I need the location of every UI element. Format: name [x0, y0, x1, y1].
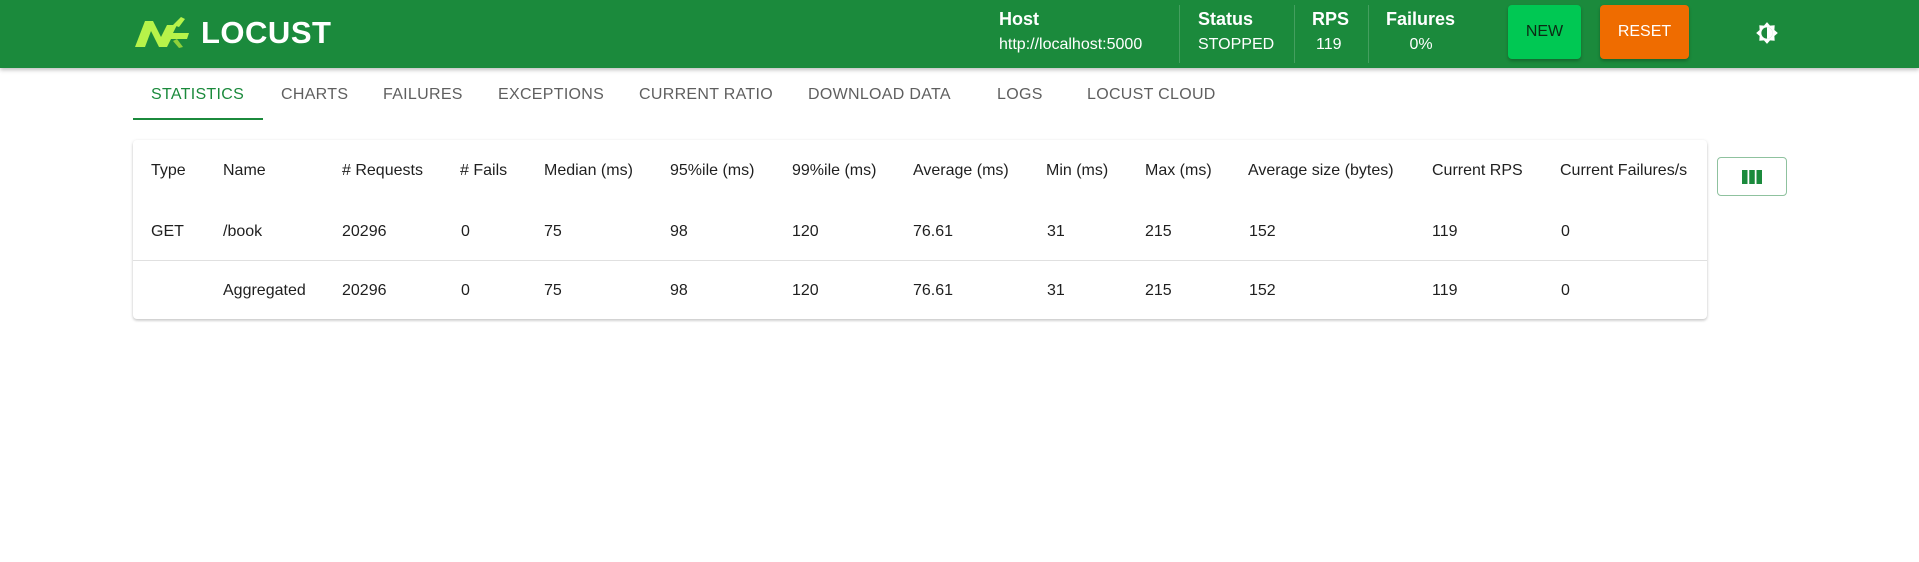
- table-cell: 215: [1145, 282, 1172, 299]
- statistics-table: Type Name # Requests # Fails Median (ms)…: [133, 140, 1707, 319]
- table-cell: 98: [670, 223, 688, 240]
- logo-text: LOCUST: [201, 15, 332, 50]
- column-header-95ile[interactable]: 95%ile (ms): [670, 162, 754, 180]
- tab-logs[interactable]: LOGS: [997, 78, 1043, 121]
- failures-value: 0%: [1409, 36, 1433, 53]
- active-tab-indicator: [133, 118, 263, 120]
- reset-button[interactable]: RESET: [1600, 5, 1689, 59]
- column-header-average-size[interactable]: Average size (bytes): [1248, 162, 1394, 180]
- failures-label: Failures: [1386, 9, 1456, 29]
- column-header-name[interactable]: Name: [223, 162, 266, 180]
- column-header-min[interactable]: Min (ms): [1046, 162, 1108, 180]
- host-stat: Host http://localhost:5000: [999, 8, 1142, 56]
- column-header-99ile[interactable]: 99%ile (ms): [792, 162, 876, 180]
- tab-locust-cloud[interactable]: LOCUST CLOUD: [1087, 78, 1216, 121]
- table-cell: 120: [792, 223, 819, 240]
- table-cell: 0: [1561, 223, 1570, 240]
- status-stat: Status STOPPED: [1198, 8, 1274, 56]
- table-cell: 119: [1432, 282, 1458, 299]
- column-header-max[interactable]: Max (ms): [1145, 162, 1212, 180]
- column-header-median[interactable]: Median (ms): [544, 162, 633, 180]
- locust-logo[interactable]: LOCUST: [133, 15, 331, 51]
- rps-stat: RPS 119: [1312, 8, 1352, 56]
- table-cell: 75: [544, 282, 562, 299]
- table-cell: Aggregated: [223, 282, 306, 299]
- tab-exceptions[interactable]: EXCEPTIONS: [498, 78, 604, 121]
- table-cell: 215: [1145, 223, 1172, 240]
- table-cell: 76.61: [913, 282, 954, 299]
- tab-charts[interactable]: CHARTS: [281, 78, 348, 121]
- host-label: Host: [999, 9, 1039, 29]
- rps-label: RPS: [1312, 9, 1350, 29]
- new-button[interactable]: NEW: [1508, 5, 1581, 59]
- table-cell: 0: [461, 223, 470, 240]
- table-cell: 0: [1561, 282, 1570, 299]
- table-cell: 120: [792, 282, 819, 299]
- theme-toggle-button[interactable]: [1752, 18, 1782, 48]
- tab-current-ratio[interactable]: CURRENT RATIO: [639, 78, 773, 121]
- header-divider: [1368, 5, 1369, 63]
- header-divider: [1179, 5, 1180, 63]
- row-divider: [133, 260, 1707, 261]
- tab-download-data[interactable]: DOWNLOAD DATA: [808, 78, 951, 121]
- failures-stat: Failures 0%: [1386, 8, 1456, 56]
- host-value: http://localhost:5000: [999, 36, 1143, 53]
- brightness-icon: [1756, 22, 1778, 44]
- column-header-average[interactable]: Average (ms): [913, 162, 1009, 180]
- table-cell: 20296: [342, 282, 387, 299]
- table-cell: GET: [151, 223, 184, 240]
- header-divider: [1294, 5, 1295, 63]
- rps-value: 119: [1316, 36, 1342, 53]
- column-header-current-rps[interactable]: Current RPS: [1432, 162, 1523, 180]
- table-cell: 76.61: [913, 223, 954, 240]
- table-cell: 0: [461, 282, 470, 299]
- app-header: LOCUST Host http://localhost:5000 Status…: [0, 0, 1919, 68]
- table-cell: 31: [1047, 282, 1065, 299]
- table-cell: /book: [223, 223, 263, 240]
- column-header-type[interactable]: Type: [151, 162, 186, 180]
- view-columns-icon: [1742, 169, 1762, 184]
- grasshopper-logo-icon: [135, 17, 189, 48]
- table-cell: 31: [1047, 223, 1065, 240]
- table-cell: 75: [544, 223, 562, 240]
- table-cell: 20296: [342, 223, 387, 240]
- status-value: STOPPED: [1198, 36, 1275, 53]
- column-header-current-failures[interactable]: Current Failures/s: [1560, 162, 1687, 180]
- tab-statistics[interactable]: STATISTICS: [151, 78, 244, 121]
- column-header-requests[interactable]: # Requests: [342, 162, 423, 180]
- column-selector-button[interactable]: [1717, 157, 1787, 196]
- status-label: Status: [1198, 9, 1254, 29]
- table-cell: 119: [1432, 223, 1458, 240]
- tab-failures[interactable]: FAILURES: [383, 78, 463, 121]
- table-cell: 98: [670, 282, 688, 299]
- table-cell: 152: [1249, 223, 1276, 240]
- column-header-fails[interactable]: # Fails: [460, 162, 507, 180]
- table-cell: 152: [1249, 282, 1276, 299]
